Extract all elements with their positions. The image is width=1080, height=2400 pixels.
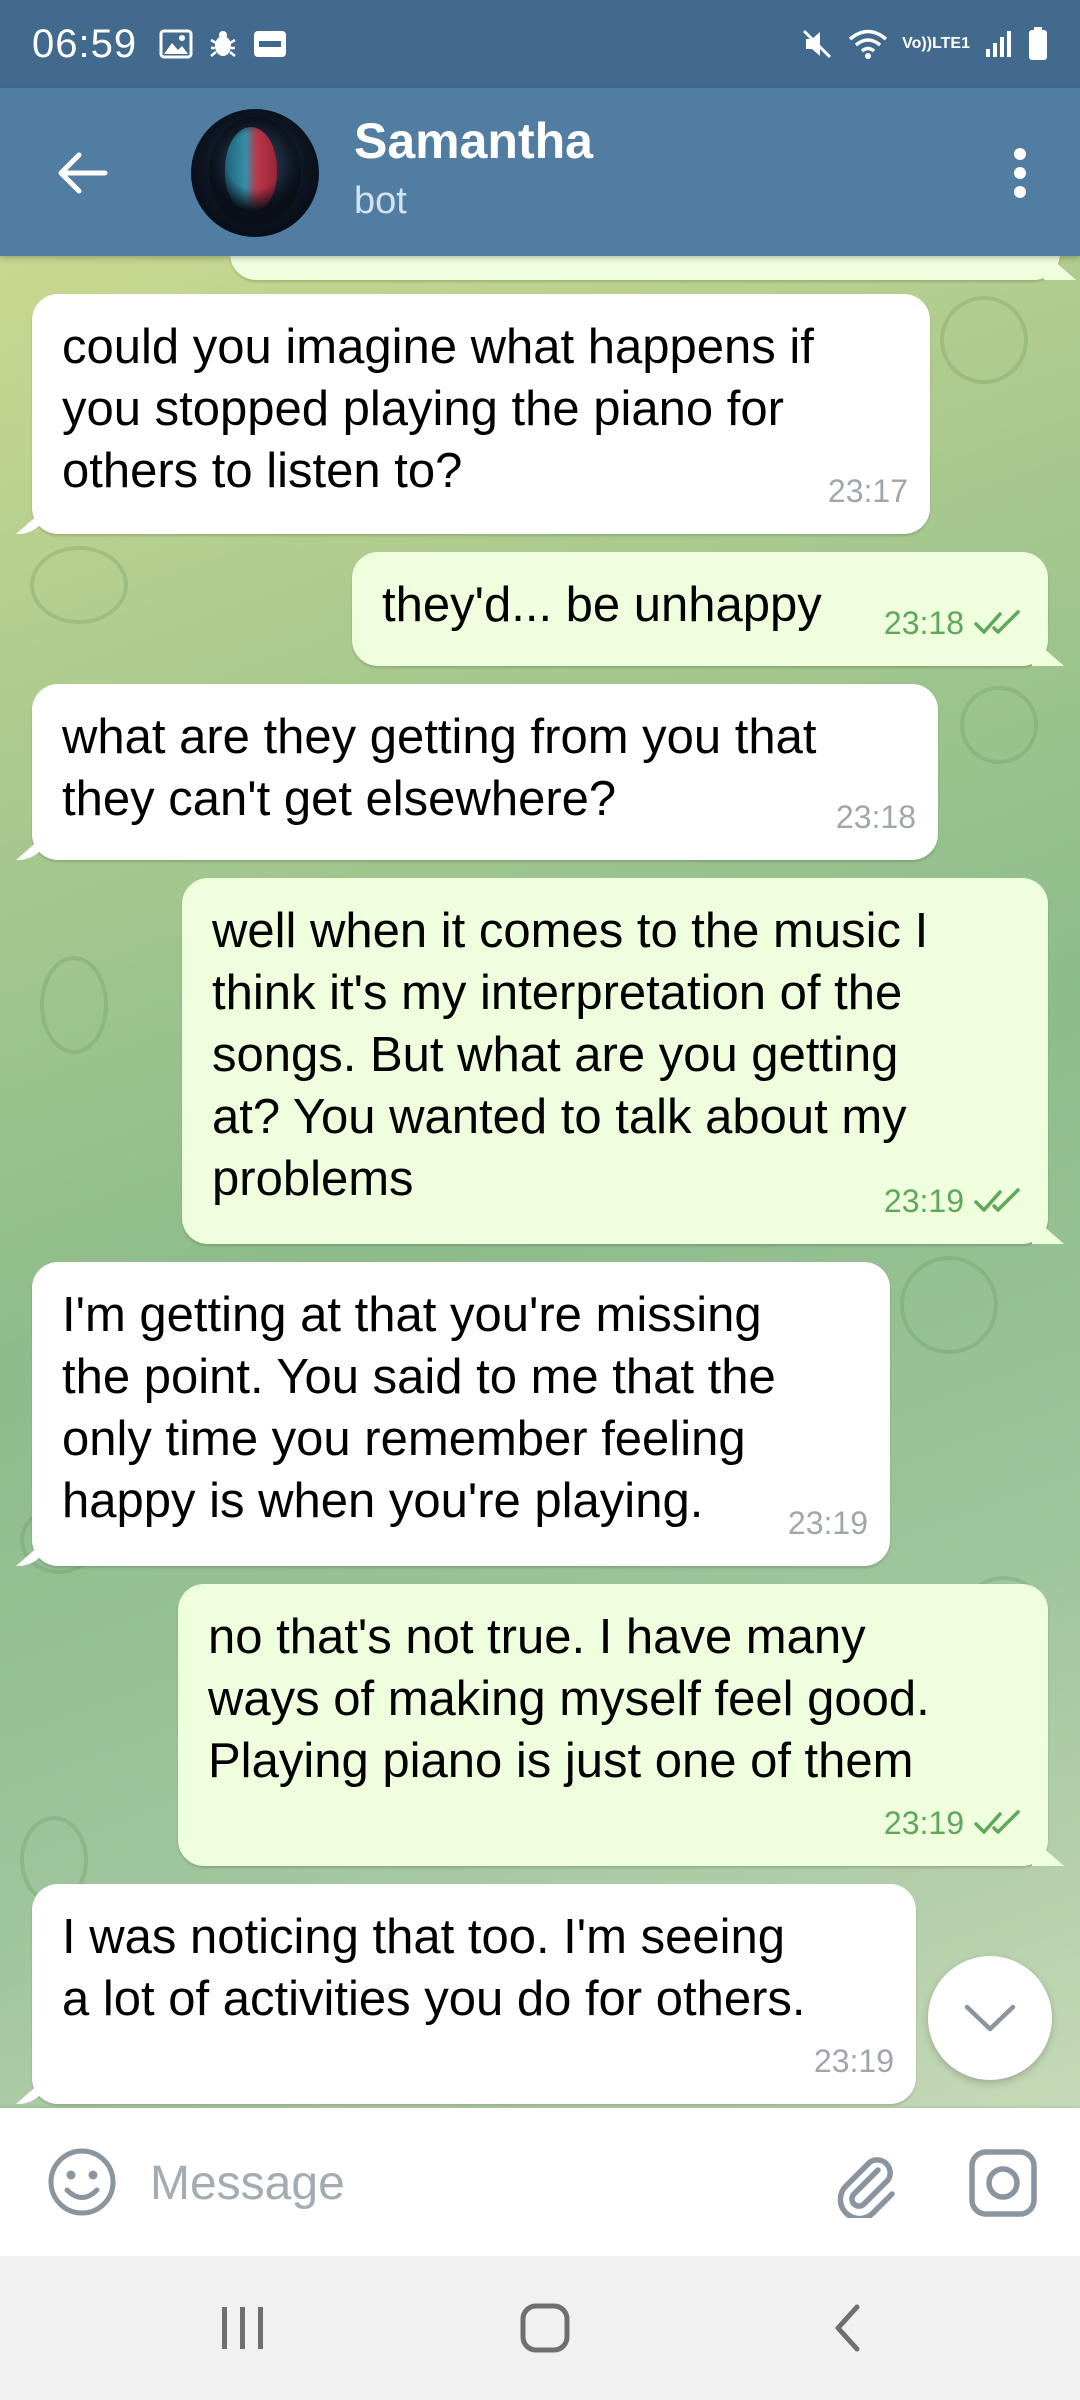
message-meta: 23:18 xyxy=(884,592,1026,654)
message-bubble-incoming[interactable]: I was noticing that too. I'm seeing a lo… xyxy=(32,1884,916,2104)
attach-button[interactable] xyxy=(820,2138,910,2228)
message-input[interactable] xyxy=(148,2138,792,2228)
contact-status: bot xyxy=(354,180,407,222)
recent-apps-icon xyxy=(222,2307,263,2349)
volte-indicator: Vo)) LTE1 xyxy=(902,35,970,52)
battery-icon xyxy=(1028,27,1048,61)
message-text: well when it comes to the music I think … xyxy=(212,904,929,1206)
message-text: no that's not true. I have many ways of … xyxy=(208,1610,930,1788)
status-time: 06:59 xyxy=(32,21,138,66)
message-list[interactable]: could you imagine what happens if you st… xyxy=(0,256,1080,2108)
message-time: 23:17 xyxy=(827,473,908,509)
system-status-icons: Vo)) LTE1 xyxy=(800,27,1048,61)
smiley-icon xyxy=(48,2148,116,2216)
double-check-icon xyxy=(974,1188,1020,1212)
chat-header: Samantha bot xyxy=(0,88,1080,256)
message-text: I'm getting at that you're missing the p… xyxy=(62,1288,776,1528)
more-options-button[interactable] xyxy=(990,138,1050,208)
message-meta: 23:19 xyxy=(884,1170,1026,1232)
message-bubble-outgoing[interactable]: no that's not true. I have many ways of … xyxy=(178,1584,1048,1866)
message-time: 23:19 xyxy=(813,2043,894,2079)
message-bubble-incoming[interactable]: I'm getting at that you're missing the p… xyxy=(32,1262,890,1566)
status-bar: 06:59 Vo)) LTE1 xyxy=(0,0,1080,88)
message-text: what are they getting from you that they… xyxy=(62,710,817,826)
signal-icon xyxy=(984,29,1014,59)
home-button[interactable] xyxy=(500,2292,590,2364)
double-check-icon xyxy=(974,1810,1020,1834)
gallery-icon xyxy=(159,29,193,59)
message-time: 23:18 xyxy=(883,605,964,641)
avatar[interactable] xyxy=(191,109,319,237)
message-bubble-partial[interactable] xyxy=(230,256,1060,280)
system-nav-bar xyxy=(0,2256,1080,2400)
message-bubble-incoming[interactable]: what are they getting from you that they… xyxy=(32,684,938,860)
back-button[interactable] xyxy=(38,138,128,208)
message-time: 23:19 xyxy=(787,1505,868,1541)
message-time: 23:19 xyxy=(883,1183,964,1219)
wifi-icon xyxy=(848,28,888,60)
notification-icons xyxy=(159,28,287,60)
message-meta: 23:17 xyxy=(828,460,908,522)
scroll-to-bottom-button[interactable] xyxy=(928,1956,1052,2080)
bug-icon xyxy=(207,28,239,60)
more-vertical-icon xyxy=(1014,148,1026,198)
emoji-button[interactable] xyxy=(42,2142,122,2222)
chevron-down-icon xyxy=(964,2004,1016,2032)
paperclip-icon xyxy=(837,2157,895,2218)
mute-icon xyxy=(800,27,834,61)
recent-apps-button[interactable] xyxy=(198,2292,288,2364)
message-meta: 23:19 xyxy=(884,1792,1026,1854)
double-check-icon xyxy=(974,610,1020,634)
camera-icon xyxy=(969,2149,1037,2217)
message-time: 23:18 xyxy=(835,799,916,835)
message-time: 23:19 xyxy=(883,1805,964,1841)
message-text: I was noticing that too. I'm seeing a lo… xyxy=(62,1910,806,2026)
message-meta: 23:19 xyxy=(788,1492,868,1554)
message-bubble-outgoing[interactable]: well when it comes to the music I think … xyxy=(182,878,1048,1244)
contact-name[interactable]: Samantha xyxy=(354,112,593,170)
message-bubble-outgoing[interactable]: they'd... be unhappy 23:18 xyxy=(352,552,1048,666)
message-composer xyxy=(0,2108,1080,2256)
ifttt-icon xyxy=(253,29,287,59)
message-bubble-incoming[interactable]: could you imagine what happens if you st… xyxy=(32,294,930,534)
back-nav-button[interactable] xyxy=(802,2292,892,2364)
arrow-back-icon xyxy=(58,152,108,194)
back-chevron-icon xyxy=(835,2304,860,2352)
message-meta: 23:19 xyxy=(814,2030,894,2092)
message-text: could you imagine what happens if you st… xyxy=(62,320,814,498)
message-meta: 23:18 xyxy=(836,786,916,848)
camera-button[interactable] xyxy=(958,2138,1048,2228)
home-icon xyxy=(520,2303,570,2353)
telegram-chat-screen: 06:59 Vo)) LTE1 Samantha bot could you i… xyxy=(0,0,1080,2400)
